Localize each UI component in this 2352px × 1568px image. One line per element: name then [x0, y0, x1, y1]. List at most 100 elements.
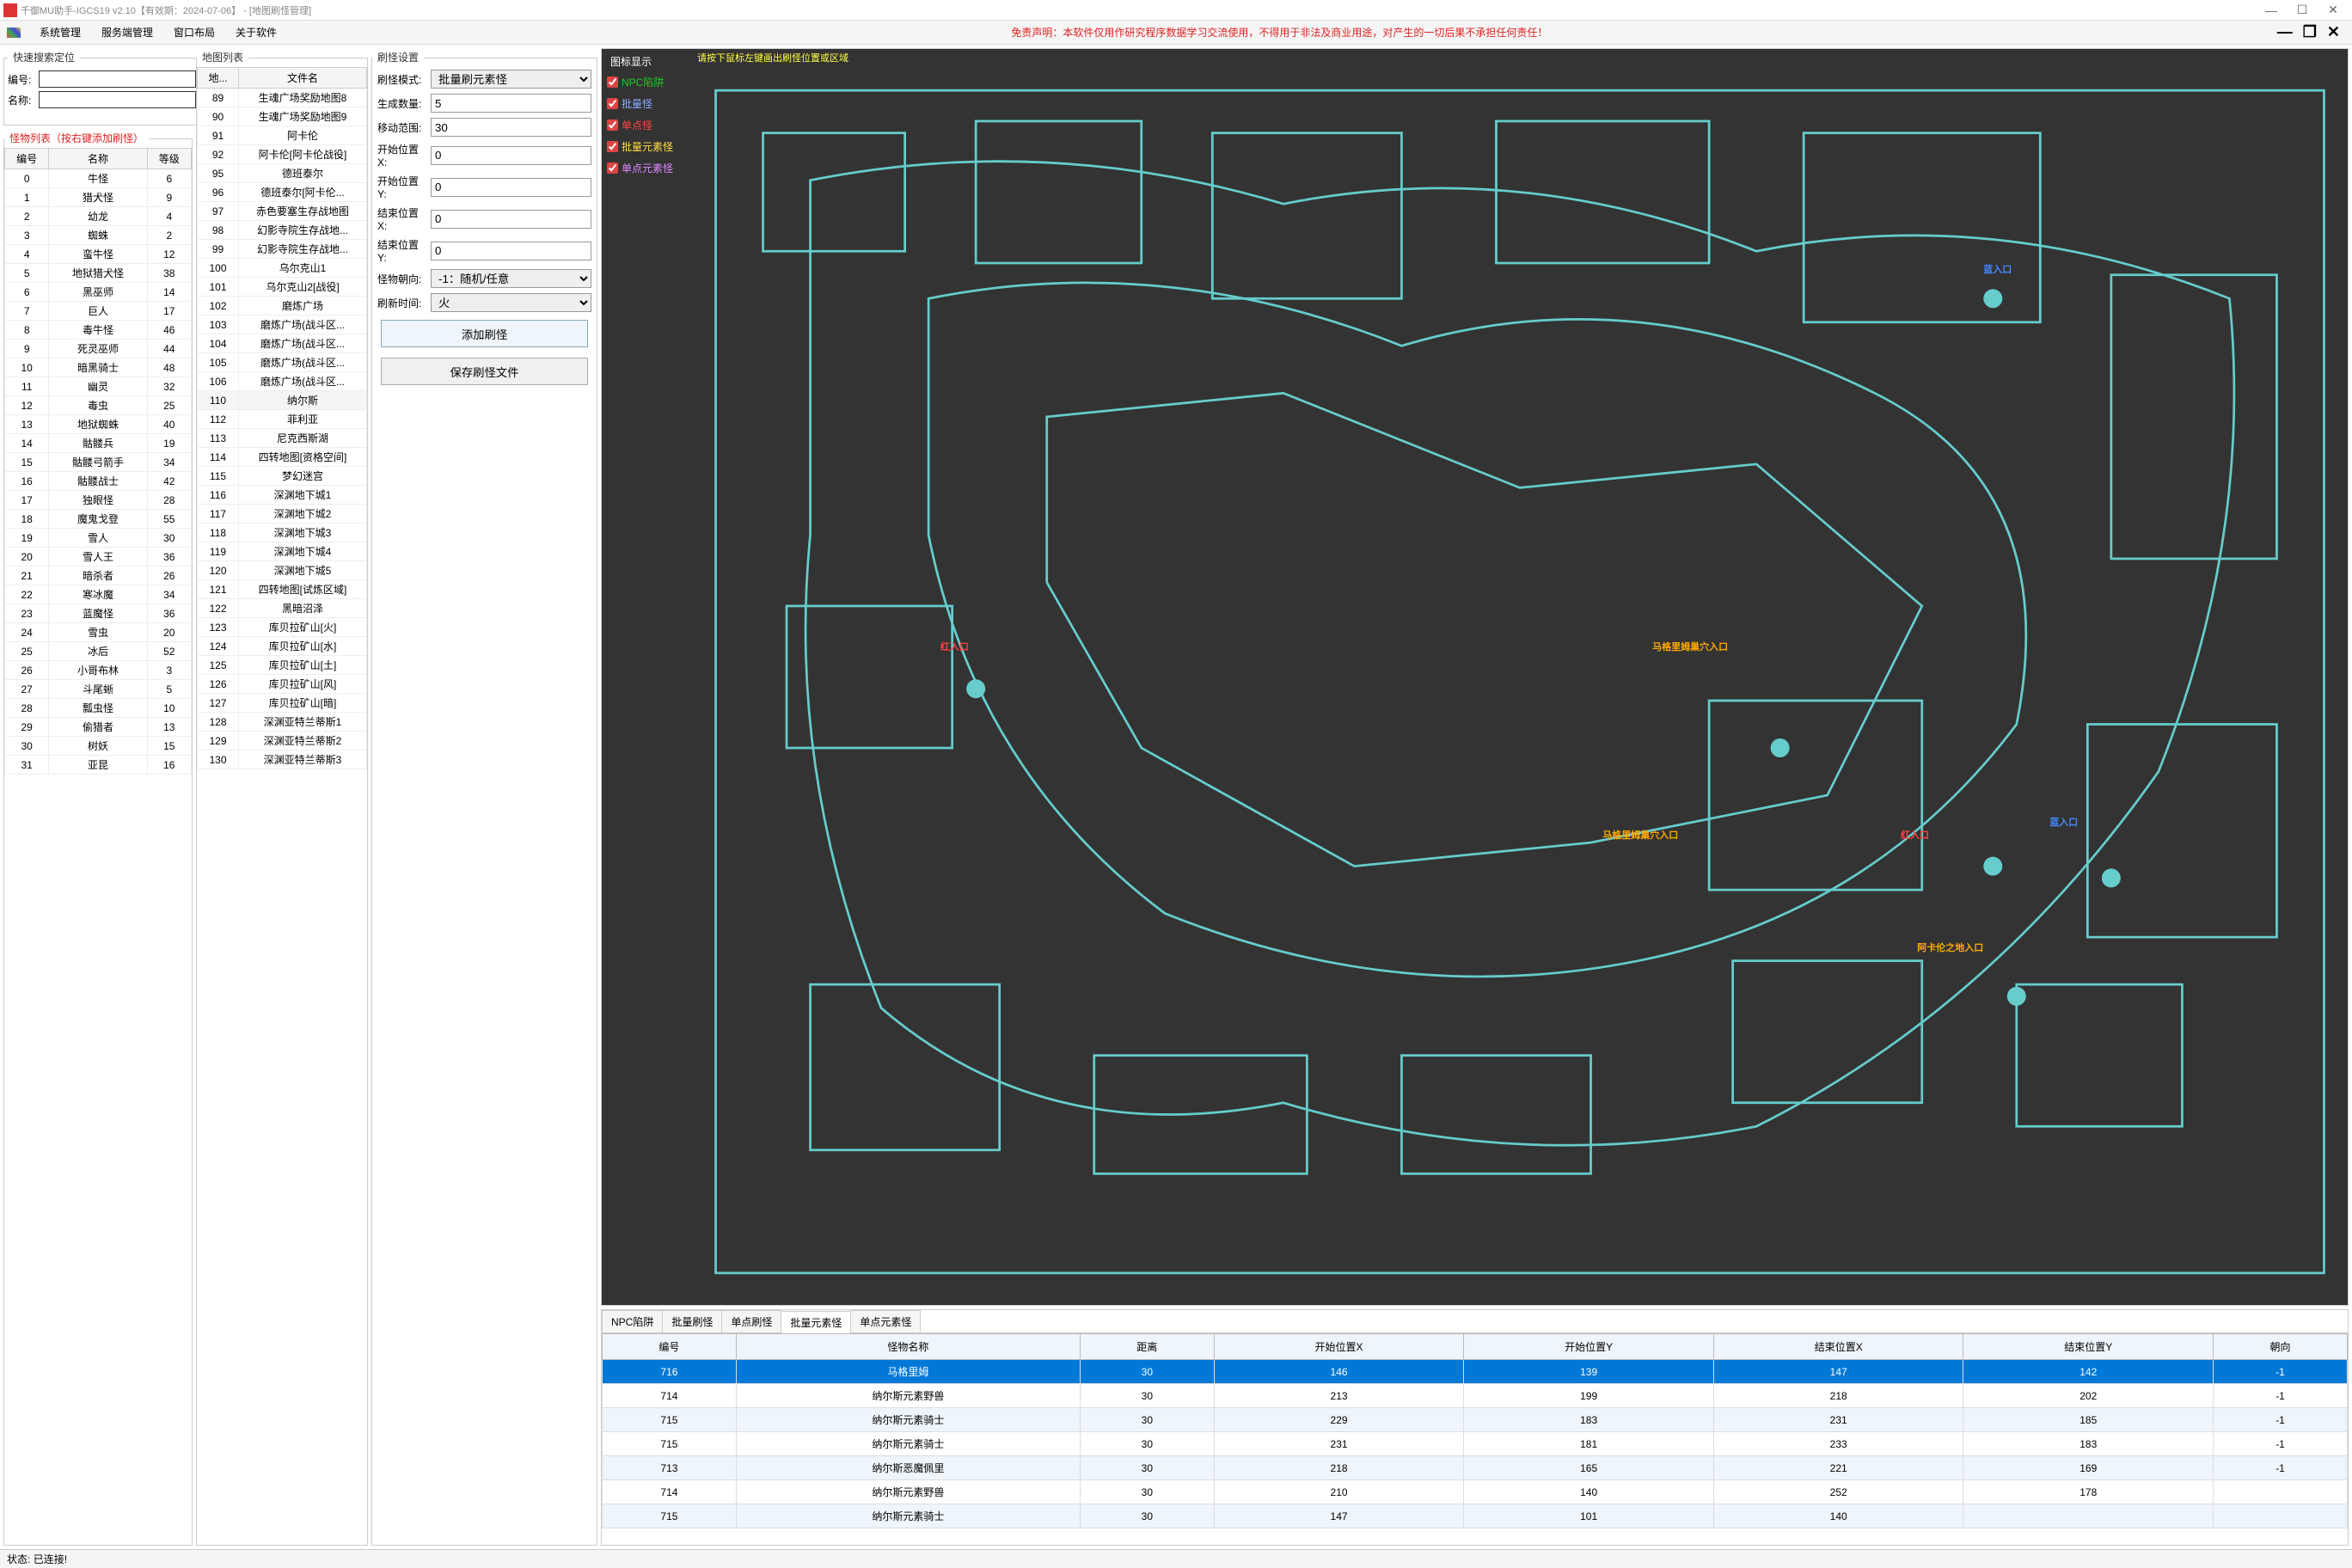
legend-checkbox[interactable]: [607, 119, 618, 131]
table-row[interactable]: 122黑暗沼泽: [198, 599, 367, 618]
endy-input[interactable]: [431, 242, 591, 260]
legend-item[interactable]: 单点怪: [605, 114, 689, 136]
table-row[interactable]: 21暗杀者26: [5, 567, 192, 585]
table-row[interactable]: 4蛮牛怪12: [5, 245, 192, 264]
table-row[interactable]: 2幼龙4: [5, 207, 192, 226]
legend-checkbox[interactable]: [607, 98, 618, 109]
table-row[interactable]: 126库贝拉矿山[风]: [198, 675, 367, 694]
table-row[interactable]: 25冰后52: [5, 642, 192, 661]
maximize-button[interactable]: ☐: [2287, 3, 2318, 17]
table-row[interactable]: 91阿卡伦: [198, 126, 367, 145]
legend-item[interactable]: 单点元素怪: [605, 157, 689, 179]
table-row[interactable]: 715纳尔斯元素骑士30231181233183-1: [603, 1432, 2348, 1456]
table-row[interactable]: 713纳尔斯恶魔佩里30218165221169-1: [603, 1456, 2348, 1480]
mode-select[interactable]: 批量刷元素怪: [431, 70, 591, 89]
table-row[interactable]: 112菲利亚: [198, 410, 367, 429]
table-row[interactable]: 92阿卡伦[阿卡伦战役]: [198, 145, 367, 164]
table-row[interactable]: 96德班泰尔[阿卡伦...: [198, 183, 367, 202]
table-row[interactable]: 6黑巫师14: [5, 283, 192, 302]
monster-table[interactable]: 编号名称等级 0牛怪61猎犬怪92幼龙43蜘蛛24蛮牛怪125地狱猎犬怪386黑…: [4, 148, 192, 775]
column-header[interactable]: 文件名: [239, 68, 367, 89]
mdi-close-icon[interactable]: ✕: [2322, 23, 2345, 41]
tab[interactable]: 批量元素怪: [781, 1311, 851, 1333]
menu-item[interactable]: 系统管理: [29, 27, 91, 39]
spawn-data-table[interactable]: 编号怪物名称距离开始位置X开始位置Y结束位置X结束位置Y朝向 716马格里姆30…: [602, 1333, 2348, 1528]
table-row[interactable]: 118深渊地下城3: [198, 524, 367, 542]
legend-checkbox[interactable]: [607, 141, 618, 152]
table-row[interactable]: 99幻影寺院生存战地...: [198, 240, 367, 259]
table-row[interactable]: 716马格里姆30146139147142-1: [603, 1360, 2348, 1384]
table-row[interactable]: 97赤色要塞生存战地图: [198, 202, 367, 221]
table-row[interactable]: 106磨炼广场(战斗区...: [198, 372, 367, 391]
table-row[interactable]: 22寒冰魔34: [5, 585, 192, 604]
table-row[interactable]: 127库贝拉矿山[暗]: [198, 694, 367, 713]
table-row[interactable]: 19雪人30: [5, 529, 192, 548]
add-spawn-button[interactable]: 添加刷怪: [381, 320, 588, 347]
table-row[interactable]: 28瓢虫怪10: [5, 699, 192, 718]
search-name-input[interactable]: [39, 91, 196, 108]
range-input[interactable]: [431, 118, 591, 137]
mdi-minimize-icon[interactable]: —: [2272, 23, 2298, 41]
column-header[interactable]: 开始位置X: [1214, 1334, 1464, 1360]
table-row[interactable]: 9死灵巫师44: [5, 340, 192, 358]
tab[interactable]: 单点刷怪: [721, 1310, 781, 1332]
table-row[interactable]: 29偷猎者13: [5, 718, 192, 737]
table-row[interactable]: 115梦幻迷宫: [198, 467, 367, 486]
legend-item[interactable]: NPC陷阱: [605, 71, 689, 93]
startx-input[interactable]: [431, 146, 591, 165]
legend-checkbox[interactable]: [607, 162, 618, 174]
table-row[interactable]: 119深渊地下城4: [198, 542, 367, 561]
starty-input[interactable]: [431, 178, 591, 197]
table-row[interactable]: 11幽灵32: [5, 377, 192, 396]
table-row[interactable]: 103磨炼广场(战斗区...: [198, 315, 367, 334]
table-row[interactable]: 114四转地图[资格空间]: [198, 448, 367, 467]
table-row[interactable]: 0牛怪6: [5, 169, 192, 188]
column-header[interactable]: 结束位置X: [1713, 1334, 1963, 1360]
mdi-restore-icon[interactable]: ❐: [2298, 23, 2322, 41]
close-button[interactable]: ✕: [2318, 3, 2349, 17]
column-header[interactable]: 朝向: [2214, 1334, 2348, 1360]
column-header[interactable]: 等级: [147, 149, 191, 169]
map-table[interactable]: 地...文件名 89生魂广场奖励地图890生魂广场奖励地图991阿卡伦92阿卡伦…: [197, 67, 367, 769]
table-row[interactable]: 100乌尔克山1: [198, 259, 367, 278]
time-select[interactable]: 火: [431, 293, 591, 312]
table-row[interactable]: 102磨炼广场: [198, 297, 367, 315]
map-canvas[interactable]: 请按下鼠标左键画出刷怪位置或区域: [692, 49, 2348, 1305]
table-row[interactable]: 116深渊地下城1: [198, 486, 367, 505]
table-row[interactable]: 17独眼怪28: [5, 491, 192, 510]
column-header[interactable]: 怪物名称: [736, 1334, 1080, 1360]
table-row[interactable]: 3蜘蛛2: [5, 226, 192, 245]
legend-item[interactable]: 批量元素怪: [605, 136, 689, 157]
count-input[interactable]: [431, 94, 591, 113]
table-row[interactable]: 12毒虫25: [5, 396, 192, 415]
table-row[interactable]: 7巨人17: [5, 302, 192, 321]
tab[interactable]: NPC陷阱: [602, 1310, 663, 1332]
table-row[interactable]: 15骷髅弓箭手34: [5, 453, 192, 472]
legend-checkbox[interactable]: [607, 77, 618, 88]
table-row[interactable]: 27斗尾蜥5: [5, 680, 192, 699]
table-row[interactable]: 95德班泰尔: [198, 164, 367, 183]
column-header[interactable]: 地...: [198, 68, 239, 89]
dir-select[interactable]: -1：随机/任意: [431, 269, 591, 288]
table-row[interactable]: 121四转地图[试炼区域]: [198, 580, 367, 599]
search-id-input[interactable]: [39, 70, 196, 88]
table-row[interactable]: 125库贝拉矿山[土]: [198, 656, 367, 675]
table-row[interactable]: 120深渊地下城5: [198, 561, 367, 580]
table-row[interactable]: 130深渊亚特兰蒂斯3: [198, 750, 367, 769]
table-row[interactable]: 123库贝拉矿山[火]: [198, 618, 367, 637]
legend-item[interactable]: 批量怪: [605, 93, 689, 114]
table-row[interactable]: 5地狱猎犬怪38: [5, 264, 192, 283]
table-row[interactable]: 30树妖15: [5, 737, 192, 756]
table-row[interactable]: 117深渊地下城2: [198, 505, 367, 524]
column-header[interactable]: 编号: [5, 149, 49, 169]
table-row[interactable]: 128深渊亚特兰蒂斯1: [198, 713, 367, 732]
menu-item[interactable]: 服务端管理: [91, 27, 163, 39]
menu-item[interactable]: 关于软件: [225, 27, 287, 39]
minimize-button[interactable]: —: [2256, 3, 2287, 17]
column-header[interactable]: 距离: [1080, 1334, 1214, 1360]
table-row[interactable]: 10暗黑骑士48: [5, 358, 192, 377]
column-header[interactable]: 开始位置Y: [1464, 1334, 1714, 1360]
table-row[interactable]: 23蓝魔怪36: [5, 604, 192, 623]
table-row[interactable]: 105磨炼广场(战斗区...: [198, 353, 367, 372]
table-row[interactable]: 104磨炼广场(战斗区...: [198, 334, 367, 353]
